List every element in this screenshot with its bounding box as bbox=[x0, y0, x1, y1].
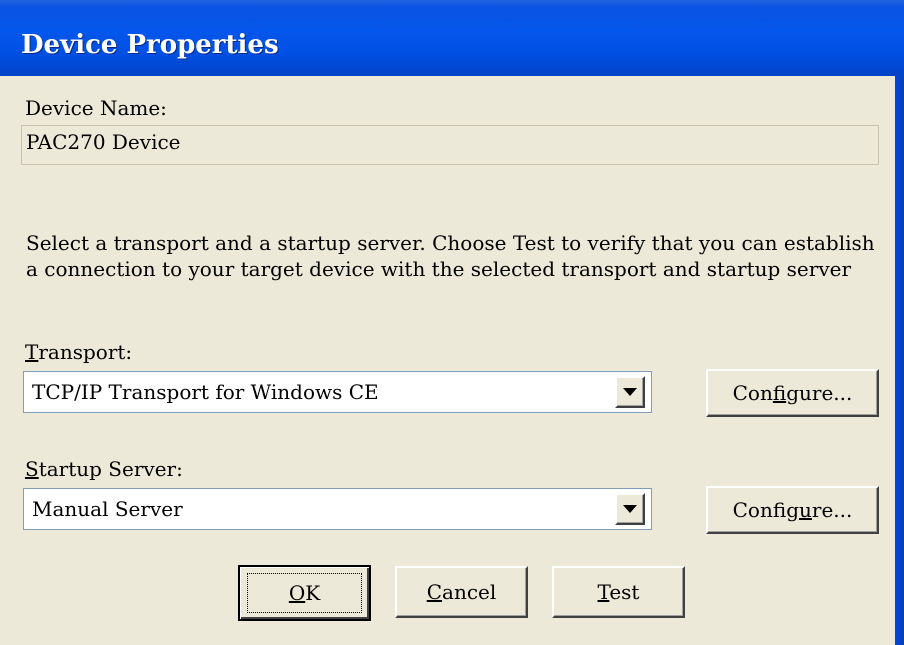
test-button-label: Test bbox=[598, 580, 640, 604]
chevron-down-icon[interactable] bbox=[615, 376, 645, 408]
startup-server-label-mnemonic: S bbox=[25, 457, 39, 481]
transport-configure-pre: Con bbox=[732, 381, 773, 405]
test-rest: est bbox=[609, 580, 640, 604]
startup-server-configure-label: Configure... bbox=[733, 498, 853, 522]
transport-label: Transport: bbox=[25, 340, 132, 364]
startup-server-configure-post: re... bbox=[811, 498, 853, 522]
transport-label-mnemonic: T bbox=[25, 340, 39, 364]
focus-rectangle bbox=[247, 573, 362, 613]
transport-label-text: ransport: bbox=[38, 340, 133, 364]
device-name-value: PAC270 Device bbox=[26, 130, 181, 154]
startup-server-configure-mnemonic: u bbox=[799, 498, 812, 522]
test-mnemonic: T bbox=[597, 580, 610, 604]
device-name-field: PAC270 Device bbox=[21, 125, 879, 165]
transport-configure-button[interactable]: Configure... bbox=[706, 369, 879, 417]
startup-server-label-text: tartup Server: bbox=[38, 457, 183, 481]
transport-selected-value: TCP/IP Transport for Windows CE bbox=[32, 380, 379, 404]
cancel-button[interactable]: Cancel bbox=[395, 566, 528, 618]
device-properties-dialog: Device Properties Device Name: PAC270 De… bbox=[0, 0, 904, 645]
title-bar[interactable]: Device Properties bbox=[0, 0, 904, 76]
ok-button[interactable]: OK bbox=[238, 565, 371, 621]
transport-select[interactable]: TCP/IP Transport for Windows CE bbox=[23, 371, 652, 413]
startup-server-configure-button[interactable]: Configure... bbox=[706, 486, 879, 534]
transport-configure-post: igure... bbox=[786, 381, 853, 405]
device-name-label: Device Name: bbox=[25, 96, 167, 120]
window-frame-right bbox=[895, 76, 904, 645]
cancel-rest: ancel bbox=[442, 580, 497, 604]
startup-server-selected-value: Manual Server bbox=[32, 497, 183, 521]
startup-server-select[interactable]: Manual Server bbox=[23, 488, 652, 530]
cancel-button-label: Cancel bbox=[427, 580, 497, 604]
window-title: Device Properties bbox=[21, 30, 279, 60]
transport-configure-label: Configure... bbox=[733, 381, 853, 405]
cancel-mnemonic: C bbox=[426, 580, 443, 604]
startup-server-label: Startup Server: bbox=[25, 457, 183, 481]
instructions-text: Select a transport and a startup server.… bbox=[26, 231, 875, 281]
startup-server-configure-pre: Config bbox=[732, 498, 799, 522]
chevron-down-icon[interactable] bbox=[615, 493, 645, 525]
test-button[interactable]: Test bbox=[552, 566, 685, 618]
transport-configure-mnemonic: f bbox=[772, 381, 787, 405]
